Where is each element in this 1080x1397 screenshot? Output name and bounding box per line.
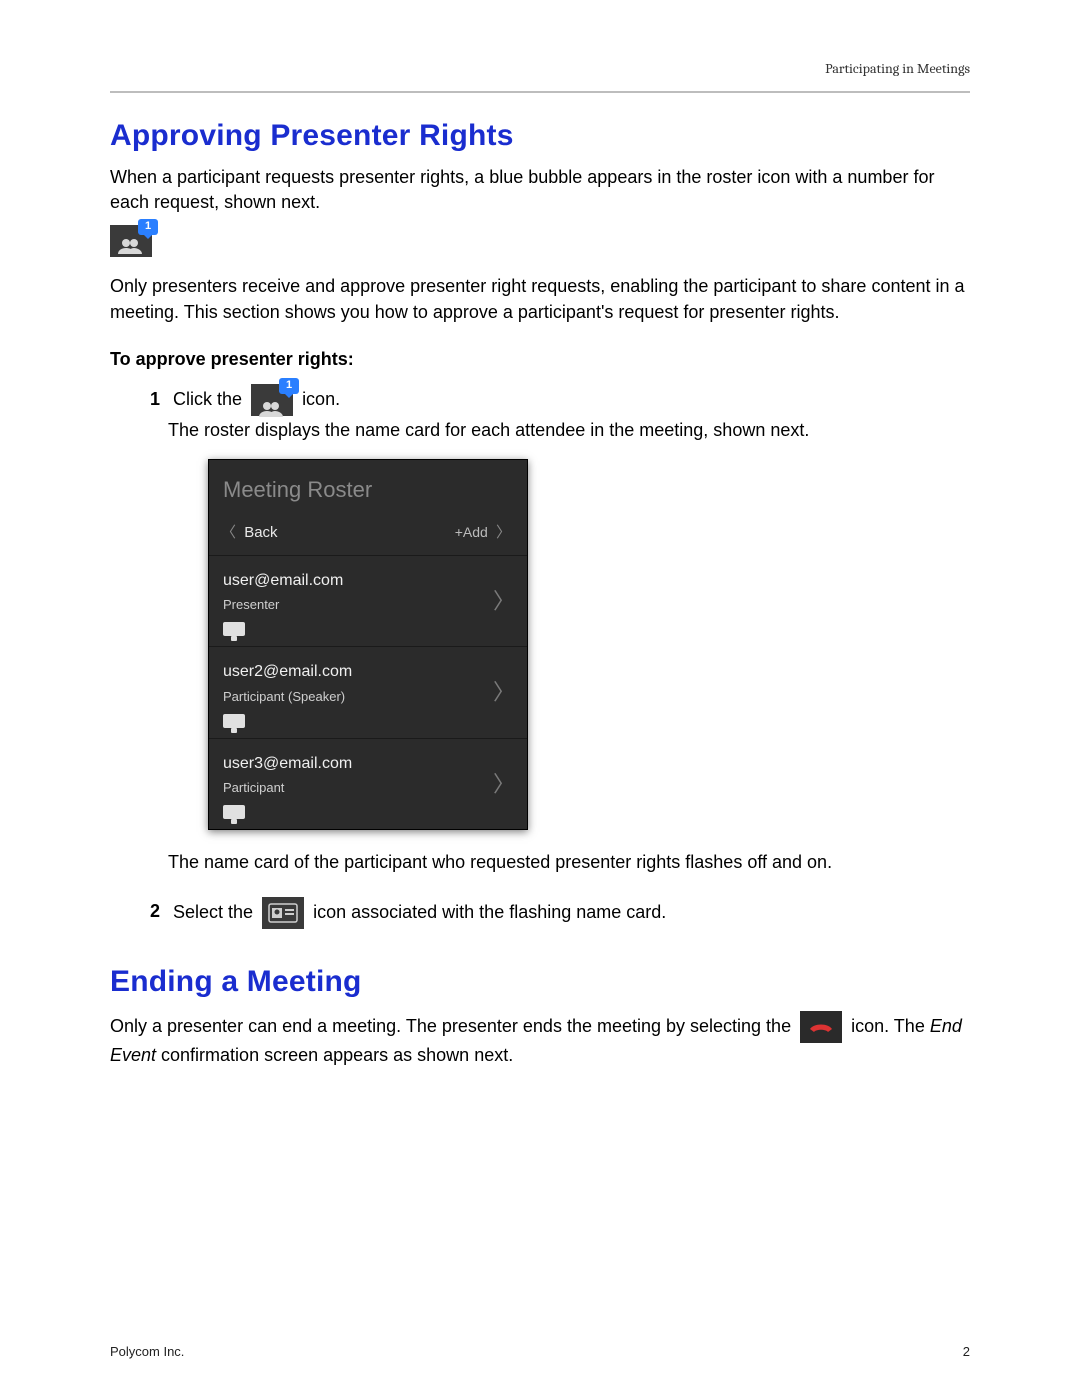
step-1-text-b: icon. bbox=[302, 389, 340, 409]
roster-card-role: Participant (Speaker) bbox=[223, 687, 513, 708]
procedure-subhead: To approve presenter rights: bbox=[110, 349, 970, 370]
camera-icon bbox=[223, 714, 245, 728]
roster-notification-icon: 1 bbox=[110, 225, 970, 262]
roster-card-email: user2@email.com bbox=[223, 659, 513, 685]
step-1-continuation: The roster displays the name card for ea… bbox=[168, 416, 970, 445]
chevron-right-icon: 〉 bbox=[493, 583, 515, 618]
footer-company: Polycom Inc. bbox=[110, 1344, 184, 1359]
ending-text-b: icon. The bbox=[851, 1015, 930, 1035]
roster-card-role: Participant bbox=[223, 778, 513, 799]
intro-paragraph-1: When a participant requests presenter ri… bbox=[110, 165, 970, 215]
running-header: Participating in Meetings bbox=[110, 60, 970, 77]
ending-text-a: Only a presenter can end a meeting. The … bbox=[110, 1015, 796, 1035]
roster-card-email: user@email.com bbox=[223, 568, 513, 594]
roster-card-role: Presenter bbox=[223, 595, 513, 616]
roster-back-button[interactable]: 〈 Back bbox=[221, 521, 278, 545]
roster-title: Meeting Roster bbox=[209, 460, 527, 515]
roster-card[interactable]: user@email.com Presenter 〉 bbox=[209, 556, 527, 647]
notification-badge: 1 bbox=[138, 219, 158, 235]
roster-card-email: user3@email.com bbox=[223, 751, 513, 777]
camera-icon bbox=[223, 622, 245, 636]
step-1-flashing-note: The name card of the participant who req… bbox=[168, 848, 970, 877]
header-rule bbox=[110, 91, 970, 93]
meeting-roster-screenshot: Meeting Roster 〈 Back +Add 〉 user@email.… bbox=[208, 459, 528, 830]
roster-add-label: +Add bbox=[455, 524, 488, 540]
heading-approving-presenter-rights: Approving Presenter Rights bbox=[110, 119, 970, 153]
intro-paragraph-2: Only presenters receive and approve pres… bbox=[110, 274, 970, 324]
chevron-right-icon: 〉 bbox=[496, 524, 511, 541]
roster-card[interactable]: user2@email.com Participant (Speaker) 〉 bbox=[209, 647, 527, 738]
step-1-text-a: Click the bbox=[173, 389, 247, 409]
chevron-left-icon: 〈 bbox=[221, 524, 236, 541]
ending-paragraph: Only a presenter can end a meeting. The … bbox=[110, 1011, 970, 1068]
chevron-right-icon: 〉 bbox=[493, 766, 515, 801]
roster-notification-icon-inline: 1 bbox=[251, 384, 293, 416]
step-2: 2 Select the icon associated with the fl… bbox=[150, 897, 970, 929]
chevron-right-icon: 〉 bbox=[493, 675, 515, 710]
roster-add-button[interactable]: +Add 〉 bbox=[455, 521, 515, 545]
step-2-text-a: Select the bbox=[173, 901, 258, 921]
notification-badge-inline: 1 bbox=[279, 378, 299, 394]
heading-ending-a-meeting: Ending a Meeting bbox=[110, 965, 970, 999]
end-call-icon bbox=[800, 1011, 842, 1043]
footer-page-number: 2 bbox=[963, 1344, 970, 1359]
step-2-text-b: icon associated with the flashing name c… bbox=[313, 901, 666, 921]
name-card-icon bbox=[262, 897, 304, 929]
roster-card[interactable]: user3@email.com Participant 〉 bbox=[209, 739, 527, 829]
roster-back-label: Back bbox=[244, 524, 277, 541]
step-1: 1 Click the 1 icon. bbox=[150, 384, 970, 416]
camera-icon bbox=[223, 805, 245, 819]
ending-text-c: confirmation screen appears as shown nex… bbox=[156, 1045, 513, 1065]
